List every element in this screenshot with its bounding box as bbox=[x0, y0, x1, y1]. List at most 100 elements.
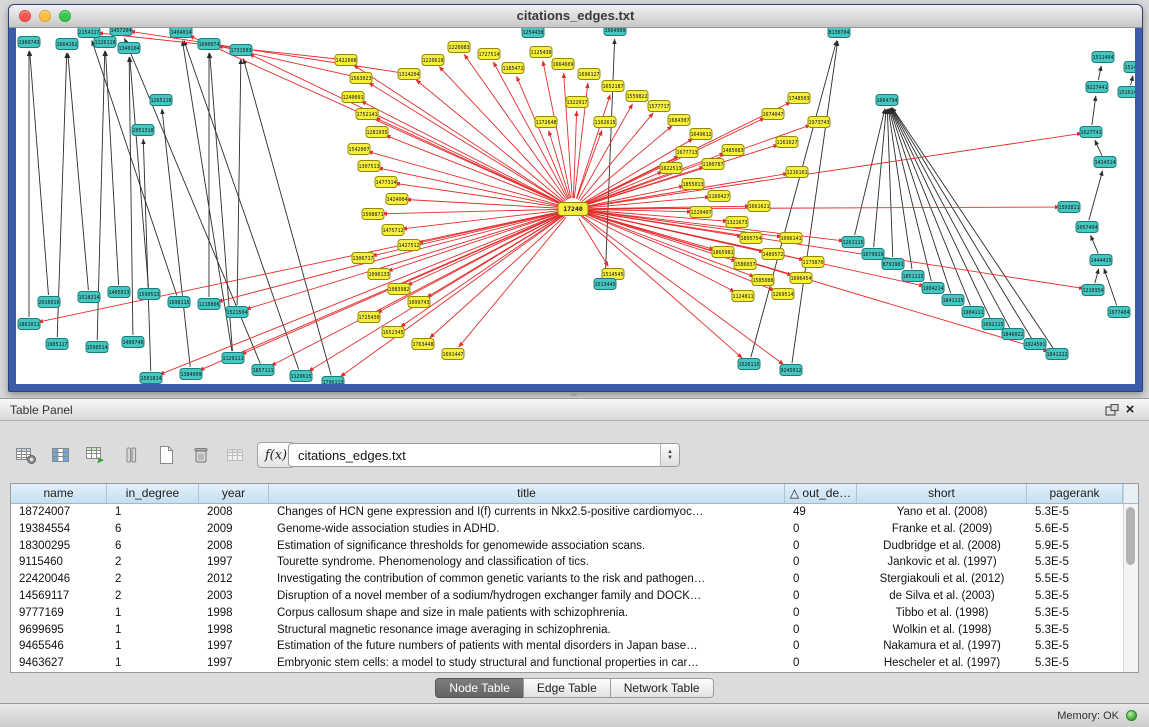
graph-node[interactable]: 1265118 bbox=[150, 95, 172, 106]
graph-node[interactable]: 1422608 bbox=[335, 55, 357, 66]
table-cell[interactable]: Tourette syndrome. Phenomenology and cla… bbox=[269, 554, 785, 571]
graph-node[interactable]: 1489572 bbox=[762, 249, 784, 260]
graph-node[interactable]: 1240091 bbox=[342, 92, 364, 103]
graph-node[interactable]: 1857111 bbox=[252, 365, 274, 376]
table-row[interactable]: 911546021997Tourette syndrome. Phenomeno… bbox=[11, 554, 1123, 571]
graph-node[interactable]: 8130704 bbox=[828, 28, 850, 38]
tab-node-table[interactable]: Node Table bbox=[435, 678, 524, 698]
table-cell[interactable]: Estimation of the future numbers of pati… bbox=[269, 638, 785, 655]
table-cell[interactable]: 1 bbox=[107, 622, 199, 639]
graph-node[interactable]: 1841222 bbox=[1046, 349, 1068, 360]
graph-node[interactable]: 1851115 bbox=[902, 271, 924, 282]
graph-edge[interactable] bbox=[143, 139, 150, 371]
graph-node[interactable]: 1314204 bbox=[398, 69, 420, 80]
graph-node[interactable]: 1895754 bbox=[740, 233, 762, 244]
graph-node[interactable]: 1516141 bbox=[1118, 87, 1135, 98]
graph-edge[interactable] bbox=[130, 57, 149, 287]
graph-node[interactable]: 1763448 bbox=[412, 339, 434, 350]
table-cell[interactable]: 1998 bbox=[199, 605, 269, 622]
graph-node[interactable]: 1627741 bbox=[1080, 127, 1102, 138]
graph-node[interactable]: 1404014 bbox=[170, 28, 192, 38]
table-cell[interactable]: Corpus callosum shape and size in male p… bbox=[269, 605, 785, 622]
table-cell[interactable]: Dudbridge et al. (2008) bbox=[857, 538, 1027, 555]
graph-node[interactable]: 1220618 bbox=[422, 55, 444, 66]
graph-node[interactable]: 1855013 bbox=[682, 179, 704, 190]
graph-node[interactable]: 1307513 bbox=[358, 161, 380, 172]
table-cell[interactable]: 6 bbox=[107, 521, 199, 538]
column-header[interactable]: pagerank bbox=[1027, 484, 1123, 503]
graph-node[interactable]: 1696127 bbox=[578, 69, 600, 80]
graph-node[interactable]: 1684307 bbox=[668, 115, 690, 126]
table-cell[interactable]: 5.5E-5 bbox=[1027, 571, 1123, 588]
graph-node[interactable]: 1698115 bbox=[168, 297, 190, 308]
table-cell[interactable]: 5.3E-5 bbox=[1027, 588, 1123, 605]
graph-edge[interactable] bbox=[68, 53, 89, 290]
graph-node[interactable]: 1161627 bbox=[776, 137, 798, 148]
graph-node[interactable]: 1905117 bbox=[46, 339, 68, 350]
graph-edge[interactable] bbox=[162, 109, 190, 367]
graph-node[interactable]: 1216161 bbox=[786, 167, 808, 178]
table-cell[interactable]: 2009 bbox=[199, 521, 269, 538]
splitter-handle[interactable] bbox=[571, 393, 577, 396]
graph-node[interactable]: 1513445 bbox=[594, 279, 616, 290]
graph-node[interactable]: 1677404 bbox=[1108, 307, 1130, 318]
graph-edge[interactable] bbox=[584, 210, 844, 241]
scrollbar-thumb[interactable] bbox=[1126, 507, 1135, 565]
table-cell[interactable]: 0 bbox=[785, 571, 857, 588]
graph-edge[interactable] bbox=[564, 73, 573, 198]
table-cell[interactable]: 1 bbox=[107, 605, 199, 622]
graph-edge[interactable] bbox=[543, 61, 571, 198]
graph-node[interactable]: 1973743 bbox=[808, 117, 830, 128]
graph-node[interactable]: 1664909 bbox=[604, 28, 626, 36]
table-cell[interactable]: 2 bbox=[107, 571, 199, 588]
graph-node[interactable]: 1585088 bbox=[752, 275, 774, 286]
table-cell[interactable]: 9115460 bbox=[11, 554, 107, 571]
tab-edge-table[interactable]: Edge Table bbox=[523, 678, 611, 698]
graph-node[interactable]: 1727514 bbox=[478, 49, 500, 60]
new-document-icon[interactable] bbox=[152, 442, 180, 468]
graph-node[interactable]: 1099743 bbox=[408, 297, 430, 308]
table-cell[interactable]: 9777169 bbox=[11, 605, 107, 622]
table-row[interactable]: 977716911998Corpus callosum shape and si… bbox=[11, 605, 1123, 622]
column-header[interactable]: △ out_de… bbox=[785, 484, 857, 503]
graph-node[interactable]: 1162615 bbox=[594, 117, 616, 128]
table-cell[interactable]: 5.3E-5 bbox=[1027, 504, 1123, 521]
graph-edge[interactable] bbox=[1091, 235, 1099, 253]
table-cell[interactable]: de Silva et al. (2003) bbox=[857, 588, 1027, 605]
graph-node[interactable]: 1904111 bbox=[962, 307, 984, 318]
table-cell[interactable]: 5.3E-5 bbox=[1027, 622, 1123, 639]
graph-edge[interactable] bbox=[1104, 269, 1117, 306]
table-cell[interactable]: 18724007 bbox=[11, 504, 107, 521]
table-row[interactable]: 1830029562008Estimation of significance … bbox=[11, 538, 1123, 555]
graph-node[interactable]: 1210354 bbox=[1082, 285, 1104, 296]
table-cell[interactable]: Nakamura et al. (1997) bbox=[857, 638, 1027, 655]
table-cell[interactable]: 2008 bbox=[199, 538, 269, 555]
table-cell[interactable]: 2012 bbox=[199, 571, 269, 588]
column-header[interactable]: short bbox=[857, 484, 1027, 503]
table-cell[interactable]: 1 bbox=[107, 655, 199, 672]
graph-node[interactable]: 2154117 bbox=[78, 28, 100, 38]
graph-node[interactable]: 1173870 bbox=[802, 257, 824, 268]
table-cell[interactable]: 19384554 bbox=[11, 521, 107, 538]
table-cell[interactable]: 0 bbox=[785, 538, 857, 555]
graph-edge[interactable] bbox=[1098, 66, 1101, 80]
table-cell[interactable]: 2 bbox=[107, 554, 199, 571]
graph-edge[interactable] bbox=[584, 212, 1049, 351]
graph-node[interactable]: 9245012 bbox=[780, 365, 802, 376]
graph-edge[interactable] bbox=[576, 95, 610, 199]
table-cell[interactable]: Disruption of a novel member of a sodium… bbox=[269, 588, 785, 605]
graph-node[interactable]: 1514141 bbox=[1124, 62, 1135, 73]
tab-network-table[interactable]: Network Table bbox=[610, 678, 714, 698]
graph-node[interactable]: 1796113 bbox=[322, 377, 344, 385]
graph-node[interactable]: 1590513 bbox=[138, 289, 160, 300]
graph-node[interactable]: 1563023 bbox=[350, 73, 372, 84]
table-cell[interactable]: 14569117 bbox=[11, 588, 107, 605]
graph-node[interactable]: 1254438 bbox=[522, 28, 544, 38]
graph-node[interactable]: 1924501 bbox=[1024, 339, 1046, 350]
graph-edge[interactable] bbox=[579, 218, 609, 266]
table-cell[interactable]: Franke et al. (2009) bbox=[857, 521, 1027, 538]
table-cell[interactable]: Stergiakouli et al. (2012) bbox=[857, 571, 1027, 588]
table-cell[interactable]: Structural magnetic resonance image aver… bbox=[269, 622, 785, 639]
table-cell[interactable]: Embryonic stem cells: a model to study s… bbox=[269, 655, 785, 672]
table-settings-icon[interactable] bbox=[12, 442, 40, 468]
